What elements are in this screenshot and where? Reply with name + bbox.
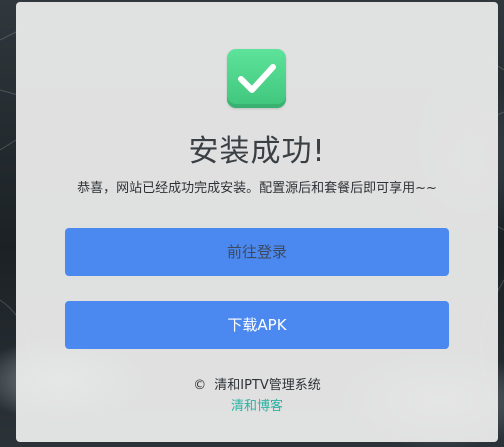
checkmark-icon xyxy=(238,64,276,93)
blog-link[interactable]: 清和博客 xyxy=(16,395,498,414)
download-apk-button[interactable]: 下载APK xyxy=(65,301,449,349)
system-name: 清和IPTV管理系统 xyxy=(214,378,321,393)
install-success-card: 安装成功! 恭喜，网站已经成功完成安装。配置源后和套餐后即可享用~~ 前往登录 … xyxy=(16,2,498,442)
success-message: 恭喜，网站已经成功完成安装。配置源后和套餐后即可享用~~ xyxy=(77,181,437,196)
success-badge xyxy=(227,49,286,108)
copyright-symbol: © xyxy=(193,378,207,393)
go-login-button[interactable]: 前往登录 xyxy=(65,228,449,276)
footer-copyright: © 清和IPTV管理系统 xyxy=(16,374,498,393)
success-title: 安装成功! xyxy=(188,134,326,169)
